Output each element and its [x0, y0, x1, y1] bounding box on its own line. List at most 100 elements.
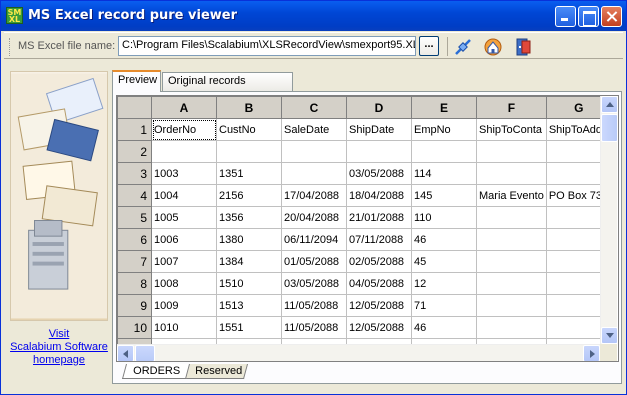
grid-cell[interactable]: 1551: [216, 316, 282, 339]
grid-cell[interactable]: 12/05/2088: [346, 316, 412, 339]
title-bar[interactable]: SM XL MS Excel record pure viewer: [1, 1, 626, 31]
grid-cell[interactable]: 21/01/2088: [346, 206, 412, 229]
grid-cell[interactable]: CustNo: [216, 118, 282, 141]
home-icon[interactable]: [483, 37, 503, 57]
grid-cell[interactable]: 07/11/2088: [346, 228, 412, 251]
grid-cell[interactable]: 45: [411, 250, 477, 273]
visit-homepage-link[interactable]: Visit Scalabium Software homepage: [10, 328, 108, 367]
grid-cell[interactable]: 1004: [151, 184, 217, 207]
grid-cell[interactable]: 46: [411, 228, 477, 251]
column-header[interactable]: A: [151, 96, 217, 119]
grid-cell[interactable]: 110: [411, 206, 477, 229]
row-header[interactable]: 8: [117, 272, 152, 295]
maximize-button[interactable]: [578, 6, 599, 27]
file-name-input[interactable]: C:\Program Files\Scalabium\XLSRecordView…: [118, 36, 416, 56]
grid-cell[interactable]: 2156: [216, 184, 282, 207]
column-header[interactable]: B: [216, 96, 282, 119]
connect-icon[interactable]: [453, 37, 473, 57]
grid-cell[interactable]: 1007: [151, 250, 217, 273]
grid-cell[interactable]: 1351: [216, 162, 282, 185]
grid-cell[interactable]: 12: [411, 272, 477, 295]
row-header[interactable]: 7: [117, 250, 152, 273]
grid-corner[interactable]: [117, 96, 152, 119]
toolbar-grip[interactable]: [9, 38, 12, 56]
sheet-tab-reserved[interactable]: Reserved: [183, 364, 249, 379]
grid-cell[interactable]: [476, 140, 547, 163]
grid-cell[interactable]: 03/05/2088: [281, 272, 347, 295]
grid-cell[interactable]: 46: [411, 316, 477, 339]
grid-cell[interactable]: Maria Evento: [476, 184, 547, 207]
grid-cell[interactable]: 114: [411, 162, 477, 185]
vertical-scrollbar[interactable]: [600, 96, 618, 344]
browse-button[interactable]: ...: [419, 36, 439, 56]
grid-cell[interactable]: [476, 316, 547, 339]
grid-cell[interactable]: 17/04/2088: [281, 184, 347, 207]
column-header[interactable]: C: [281, 96, 347, 119]
grid-cell[interactable]: EmpNo: [411, 118, 477, 141]
grid-cell[interactable]: 71: [411, 294, 477, 317]
column-header[interactable]: F: [476, 96, 547, 119]
grid-cell[interactable]: 1510: [216, 272, 282, 295]
exit-icon[interactable]: [513, 37, 533, 57]
tab-original-records[interactable]: Original records: [162, 72, 293, 91]
grid-cell[interactable]: 1010: [151, 316, 217, 339]
grid-cell[interactable]: [476, 206, 547, 229]
grid-cell[interactable]: 1009: [151, 294, 217, 317]
spreadsheet-grid[interactable]: A B C D E F G 1 OrderNo CustNo SaleDate Ship…: [116, 95, 619, 362]
grid-cell[interactable]: [281, 162, 347, 185]
row-header[interactable]: 1: [117, 118, 152, 141]
grid-cell[interactable]: [476, 228, 547, 251]
sheet-tab-orders[interactable]: ORDERS: [121, 364, 191, 379]
grid-cell[interactable]: 11/05/2088: [281, 316, 347, 339]
close-button[interactable]: [601, 6, 622, 27]
column-header[interactable]: D: [346, 96, 412, 119]
grid-cell[interactable]: 12/05/2088: [346, 294, 412, 317]
grid-cell[interactable]: [216, 140, 282, 163]
grid-cell[interactable]: [281, 140, 347, 163]
row-header[interactable]: 6: [117, 228, 152, 251]
grid-cell[interactable]: [476, 294, 547, 317]
grid-cell[interactable]: 1005: [151, 206, 217, 229]
grid-cell[interactable]: 02/05/2088: [346, 250, 412, 273]
scroll-left-button[interactable]: [117, 345, 134, 361]
row-header[interactable]: 3: [117, 162, 152, 185]
grid-cell[interactable]: 1384: [216, 250, 282, 273]
grid-cell[interactable]: 06/11/2094: [281, 228, 347, 251]
grid-cell[interactable]: 1356: [216, 206, 282, 229]
row-header[interactable]: 2: [117, 140, 152, 163]
grid-cell[interactable]: [476, 250, 547, 273]
grid-cell[interactable]: 1008: [151, 272, 217, 295]
vertical-scroll-thumb[interactable]: [601, 114, 618, 142]
minimize-button[interactable]: [555, 6, 576, 27]
horizontal-scroll-thumb[interactable]: [135, 345, 155, 361]
grid-cell[interactable]: ShipDate: [346, 118, 412, 141]
scroll-down-button[interactable]: [601, 327, 618, 344]
grid-cell[interactable]: 04/05/2088: [346, 272, 412, 295]
grid-cell[interactable]: [476, 162, 547, 185]
grid-cell[interactable]: 1006: [151, 228, 217, 251]
grid-cell[interactable]: 18/04/2088: [346, 184, 412, 207]
grid-cell[interactable]: [346, 140, 412, 163]
tab-preview[interactable]: Preview: [112, 70, 161, 92]
row-header[interactable]: 5: [117, 206, 152, 229]
app-sheet-icon[interactable]: SM XL: [6, 7, 23, 24]
grid-cell[interactable]: 03/05/2088: [346, 162, 412, 185]
row-header[interactable]: 4: [117, 184, 152, 207]
grid-cell[interactable]: ShipToConta: [476, 118, 547, 141]
grid-cell[interactable]: SaleDate: [281, 118, 347, 141]
grid-cell[interactable]: 1380: [216, 228, 282, 251]
grid-cell[interactable]: 01/05/2088: [281, 250, 347, 273]
grid-cell[interactable]: [151, 140, 217, 163]
row-header[interactable]: 9: [117, 294, 152, 317]
grid-cell[interactable]: [411, 140, 477, 163]
link-line-company[interactable]: Scalabium Software: [10, 341, 108, 354]
grid-cell[interactable]: [476, 272, 547, 295]
grid-cell[interactable]: 1003: [151, 162, 217, 185]
grid-cell[interactable]: 1513: [216, 294, 282, 317]
row-header[interactable]: 10: [117, 316, 152, 339]
grid-cell[interactable]: OrderNo: [151, 118, 217, 141]
scroll-up-button[interactable]: [601, 96, 618, 113]
link-line-visit[interactable]: Visit: [10, 328, 108, 341]
horizontal-scrollbar[interactable]: [117, 344, 600, 361]
grid-cell[interactable]: 145: [411, 184, 477, 207]
